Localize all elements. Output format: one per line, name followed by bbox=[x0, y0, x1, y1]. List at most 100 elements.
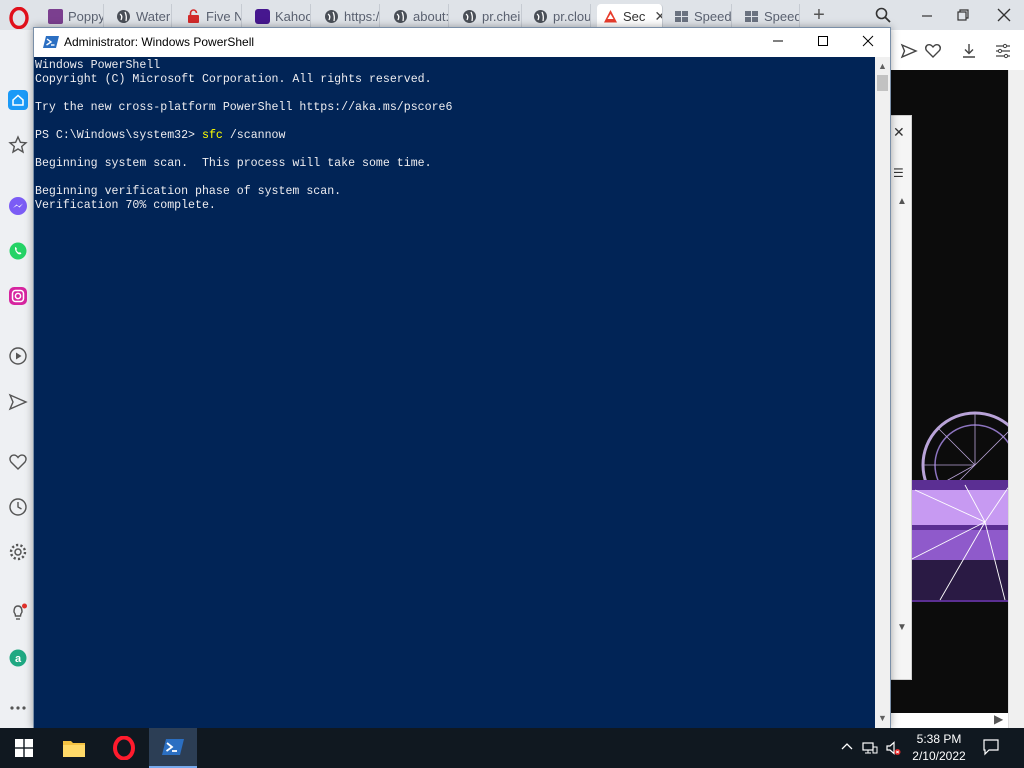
globe-icon bbox=[393, 9, 408, 24]
web-dialog-panel: ✕ ☰ ▲ ▼ bbox=[890, 115, 912, 680]
powershell-window: Administrator: Windows PowerShell Window… bbox=[33, 27, 891, 728]
tab-pr-clou[interactable]: pr.clou bbox=[527, 4, 591, 28]
scroll-up-icon[interactable]: ▲ bbox=[878, 61, 887, 71]
network-icon[interactable] bbox=[862, 740, 878, 756]
console-scrollbar[interactable]: ▲ ▼ bbox=[875, 57, 890, 728]
tab-pr-chei[interactable]: pr.chei bbox=[456, 4, 522, 28]
clock-date: 2/10/2022 bbox=[912, 749, 966, 763]
taskbar-clock[interactable]: 5:38 PM 2/10/2022 bbox=[908, 731, 970, 765]
notifications-icon[interactable] bbox=[982, 738, 1000, 756]
opera-menu-icon[interactable] bbox=[8, 7, 30, 29]
windows-taskbar: 5:38 PM 2/10/2022 bbox=[0, 728, 1024, 768]
tab-kahoot[interactable]: Kahoo bbox=[249, 4, 311, 28]
tab-about[interactable]: about: bbox=[387, 4, 449, 28]
tab-label: https:/ bbox=[344, 8, 380, 24]
powershell-icon bbox=[162, 739, 184, 755]
easy-setup-icon[interactable] bbox=[994, 42, 1012, 60]
lightbulb-icon[interactable] bbox=[8, 603, 28, 623]
maximize-button[interactable] bbox=[800, 28, 846, 57]
whatsapp-icon[interactable] bbox=[8, 241, 28, 261]
tab-label: Five N bbox=[206, 8, 242, 24]
dialog-scroll-down-icon[interactable]: ▼ bbox=[897, 622, 907, 633]
settings-gear-icon[interactable] bbox=[8, 542, 28, 562]
console-line: Windows PowerShell bbox=[35, 59, 161, 72]
aria-icon[interactable]: a bbox=[8, 648, 28, 668]
start-button[interactable] bbox=[0, 728, 48, 768]
volume-muted-icon[interactable] bbox=[885, 740, 901, 756]
instagram-icon[interactable] bbox=[8, 286, 28, 306]
tab-poppy[interactable]: Poppy bbox=[42, 4, 104, 28]
flow-send-icon[interactable] bbox=[900, 42, 918, 60]
player-icon[interactable] bbox=[8, 346, 28, 366]
dialog-close-icon[interactable]: ✕ bbox=[893, 124, 905, 141]
tab-water[interactable]: Water bbox=[110, 4, 172, 28]
tab-label: Speed bbox=[694, 8, 732, 24]
restore-browser-icon[interactable] bbox=[948, 5, 978, 27]
console-line: Beginning system scan. This process will… bbox=[35, 157, 432, 170]
history-clock-icon[interactable] bbox=[8, 497, 28, 517]
scroll-right-icon[interactable]: ▶ bbox=[994, 712, 1003, 726]
minimize-browser-icon[interactable] bbox=[912, 5, 942, 27]
download-icon[interactable] bbox=[960, 42, 978, 60]
console-line: Copyright (C) Microsoft Corporation. All… bbox=[35, 73, 432, 86]
tab-sec-active[interactable]: Sec ✕ bbox=[597, 4, 663, 28]
speed-dial-icon bbox=[674, 9, 689, 24]
tab-five-n[interactable]: Five N bbox=[180, 4, 242, 28]
bookmark-heart-icon[interactable] bbox=[924, 42, 942, 60]
console-command: sfc bbox=[201, 129, 223, 142]
tab-speed-2[interactable]: Speed bbox=[738, 4, 800, 28]
taskbar-opera[interactable] bbox=[100, 728, 148, 768]
folder-icon bbox=[63, 741, 85, 757]
taskbar-file-explorer[interactable] bbox=[50, 728, 98, 768]
console-prompt-line: PS C:\Windows\system32> sfc /scannow bbox=[35, 129, 875, 143]
clock-time: 5:38 PM bbox=[916, 732, 962, 746]
globe-icon bbox=[324, 9, 339, 24]
messenger-icon[interactable] bbox=[8, 196, 28, 216]
show-hidden-icons-chevron-icon[interactable] bbox=[839, 740, 855, 756]
opera-sidebar: a bbox=[0, 30, 34, 728]
heart-icon[interactable] bbox=[8, 452, 28, 472]
tab-label: Kahoo bbox=[275, 8, 311, 24]
lock-warning-icon bbox=[186, 8, 201, 24]
new-tab-button[interactable]: + bbox=[808, 4, 830, 26]
console-line: Beginning verification phase of system s… bbox=[35, 185, 342, 198]
powershell-icon bbox=[43, 36, 59, 48]
tab-label: Speed bbox=[764, 8, 800, 24]
powershell-titlebar[interactable]: Administrator: Windows PowerShell bbox=[34, 28, 890, 57]
opera-icon bbox=[113, 736, 135, 760]
home-icon[interactable] bbox=[8, 90, 28, 110]
tab-label: Water bbox=[136, 8, 171, 24]
svg-text:a: a bbox=[15, 653, 22, 665]
browser-toolbar bbox=[890, 30, 1024, 70]
globe-icon bbox=[533, 9, 548, 24]
browser-tab-bar: Poppy Water Five N Kahoo https:/ about: … bbox=[0, 0, 1024, 30]
minimize-button[interactable] bbox=[755, 28, 801, 57]
powershell-console[interactable]: Windows PowerShell Copyright (C) Microso… bbox=[34, 57, 875, 728]
scroll-down-icon[interactable]: ▼ bbox=[878, 713, 887, 723]
tab-speed-1[interactable]: Speed bbox=[668, 4, 732, 28]
tab-label: about: bbox=[413, 8, 449, 24]
close-browser-icon[interactable] bbox=[989, 5, 1019, 27]
tab-label: Sec bbox=[623, 8, 646, 24]
tab-https[interactable]: https:/ bbox=[318, 4, 380, 28]
close-button[interactable] bbox=[845, 28, 891, 57]
bookmarks-star-icon[interactable] bbox=[8, 135, 28, 155]
close-tab-icon[interactable]: ✕ bbox=[654, 8, 662, 25]
scrollbar-thumb[interactable] bbox=[877, 75, 888, 91]
search-tabs-icon[interactable] bbox=[868, 5, 898, 27]
ferris-wheel-image bbox=[910, 411, 1010, 602]
globe-icon bbox=[462, 9, 477, 24]
tab-label: Poppy bbox=[68, 8, 104, 24]
dialog-scroll-up-icon[interactable]: ▲ bbox=[897, 196, 907, 207]
tab-label: pr.clou bbox=[553, 8, 591, 24]
send-icon[interactable] bbox=[8, 392, 28, 412]
verification-progress-line: Verification 70% complete. bbox=[35, 199, 216, 212]
site-favicon-icon bbox=[48, 8, 63, 24]
taskbar-powershell[interactable] bbox=[149, 728, 197, 768]
web-page-scrollbar[interactable] bbox=[1008, 70, 1024, 728]
windows-logo-icon bbox=[15, 739, 33, 757]
more-options-icon[interactable] bbox=[8, 698, 28, 718]
